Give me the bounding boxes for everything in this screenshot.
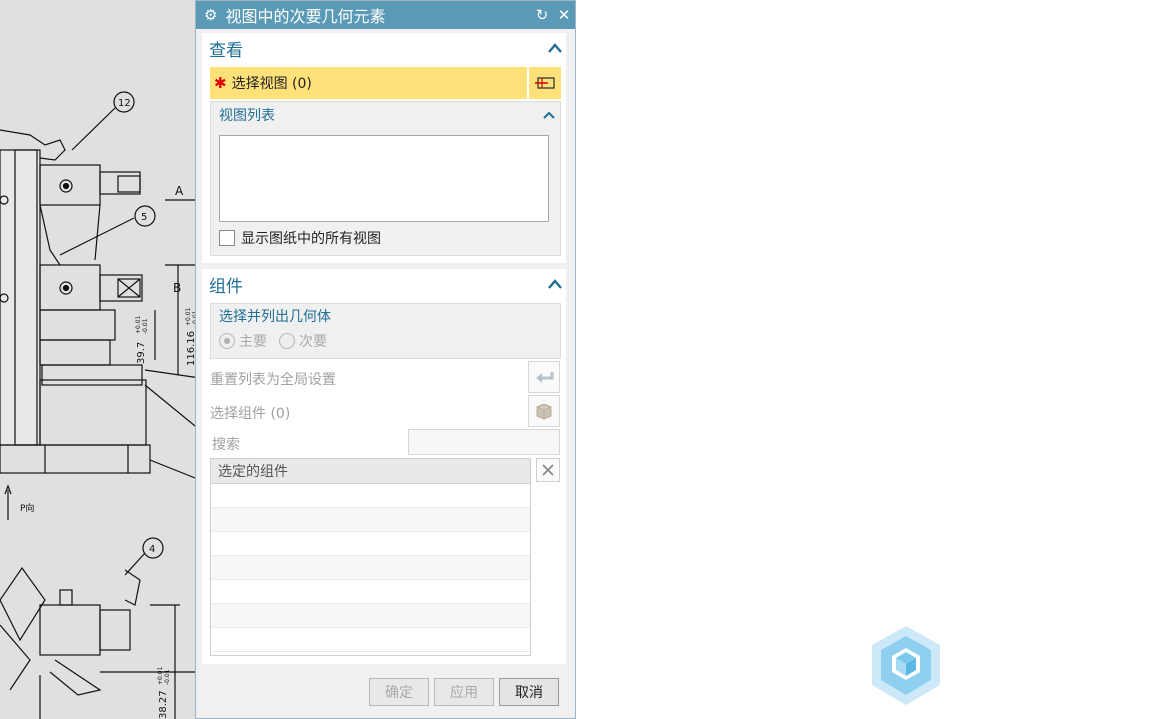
- dim-38-27-upper-tol: +0.01: [157, 666, 164, 685]
- chevron-up-icon[interactable]: [544, 273, 566, 295]
- view-section-header[interactable]: 查看: [202, 33, 566, 63]
- geometry-type-radio-group: 主要 次要: [219, 328, 560, 354]
- view-list-title: 视图列表: [219, 108, 275, 124]
- dim-39-7-lower-tol: -0.01: [142, 318, 149, 334]
- table-row[interactable]: [211, 604, 530, 628]
- radio-primary-label: 主要: [239, 334, 267, 350]
- chevron-up-icon[interactable]: [538, 104, 560, 126]
- close-icon[interactable]: ✕: [553, 6, 575, 24]
- component-cube-icon: [536, 403, 552, 420]
- dim-116-16-upper-tol: +0.01: [185, 307, 192, 326]
- dim-label-a: A: [175, 184, 184, 198]
- view-label-p: P向: [20, 502, 34, 514]
- select-component-button[interactable]: [528, 395, 560, 427]
- select-view-row[interactable]: ✱ 选择视图 (0): [210, 67, 561, 99]
- radio-primary[interactable]: [219, 333, 235, 349]
- view-listbox[interactable]: [219, 135, 549, 222]
- dim-39-7-upper-tol: +0.01: [135, 315, 142, 334]
- selected-components-table[interactable]: 选定的组件: [210, 458, 531, 656]
- remove-component-button[interactable]: [536, 458, 560, 482]
- screen: 12 5 4 A B P向 39.7 +0.01 -0.01 116.16 +0…: [0, 0, 1152, 719]
- select-view-button[interactable]: [529, 67, 561, 99]
- dim-label-b: B: [173, 281, 181, 295]
- apply-button[interactable]: 应用: [434, 678, 494, 706]
- radio-secondary[interactable]: [279, 333, 295, 349]
- dialog-title: 视图中的次要几何元素: [225, 7, 386, 26]
- radio-secondary-label: 次要: [299, 334, 327, 350]
- balloon-12-text: 12: [118, 98, 131, 109]
- refresh-icon[interactable]: ↻: [531, 6, 553, 24]
- table-header-selected-components[interactable]: 选定的组件: [211, 459, 530, 484]
- ok-button[interactable]: 确定: [369, 678, 429, 706]
- balloon-4-text: 4: [149, 544, 155, 555]
- show-all-views-checkbox[interactable]: 显示图纸中的所有视图: [219, 228, 381, 248]
- view-list-header[interactable]: 视图列表: [211, 102, 560, 128]
- component-section-title: 组件: [209, 276, 243, 297]
- geometry-list-title: 选择并列出几何体: [219, 309, 331, 325]
- balloon-5-text: 5: [141, 212, 147, 223]
- checkbox-box[interactable]: [219, 230, 235, 246]
- reset-list-label: 重置列表为全局设置: [210, 372, 336, 388]
- cancel-button[interactable]: 取消: [499, 678, 559, 706]
- table-row[interactable]: [211, 580, 530, 604]
- select-component-label: 选择组件 (0): [210, 406, 291, 422]
- component-section-header[interactable]: 组件: [202, 269, 566, 299]
- required-star-icon: ✱: [214, 74, 227, 92]
- search-label: 搜索: [212, 437, 240, 453]
- drawing-canvas: 12 5 4 A B P向 39.7 +0.01 -0.01 116.16 +0…: [0, 91, 200, 719]
- table-row[interactable]: [211, 508, 530, 532]
- chevron-up-icon[interactable]: [544, 37, 566, 59]
- delete-x-icon: [542, 464, 554, 476]
- select-view-label: 选择视图 (0): [231, 76, 312, 92]
- dialog-title-bar[interactable]: ⚙ 视图中的次要几何元素 ↻ ✕: [196, 1, 575, 29]
- gear-icon[interactable]: ⚙: [204, 6, 217, 24]
- table-row[interactable]: [211, 484, 530, 508]
- dim-38-27: 38.27: [158, 690, 169, 719]
- cube-logo-icon: [872, 626, 940, 705]
- dialog-footer: 确定 应用 取消: [196, 666, 575, 718]
- select-view-selector[interactable]: ✱ 选择视图 (0): [210, 67, 527, 99]
- table-row[interactable]: [211, 556, 530, 580]
- dim-39-7: 39.7: [136, 342, 147, 364]
- secondary-geometry-dialog: ⚙ 视图中的次要几何元素 ↻ ✕ 查看 ✱ 选择视图 (0) 视图列表 显示图纸…: [195, 0, 576, 719]
- view-frame-icon: [535, 77, 555, 89]
- undo-arrow-icon: [536, 372, 554, 383]
- table-row[interactable]: [211, 628, 530, 652]
- show-all-views-label: 显示图纸中的所有视图: [241, 231, 381, 247]
- reset-list-button[interactable]: [528, 361, 560, 393]
- table-row[interactable]: [211, 532, 530, 556]
- dim-38-27-lower-tol: -0.01: [164, 669, 171, 685]
- geometry-list-panel: 选择并列出几何体 主要 次要: [210, 303, 561, 359]
- cad-drawing-area[interactable]: 12 5 4 A B P向 39.7 +0.01 -0.01 116.16 +0…: [0, 0, 200, 719]
- geometry-list-header: 选择并列出几何体: [219, 304, 560, 328]
- view-list-panel: 视图列表 显示图纸中的所有视图: [210, 101, 561, 256]
- view-section-title: 查看: [209, 40, 243, 61]
- search-input[interactable]: [408, 429, 560, 455]
